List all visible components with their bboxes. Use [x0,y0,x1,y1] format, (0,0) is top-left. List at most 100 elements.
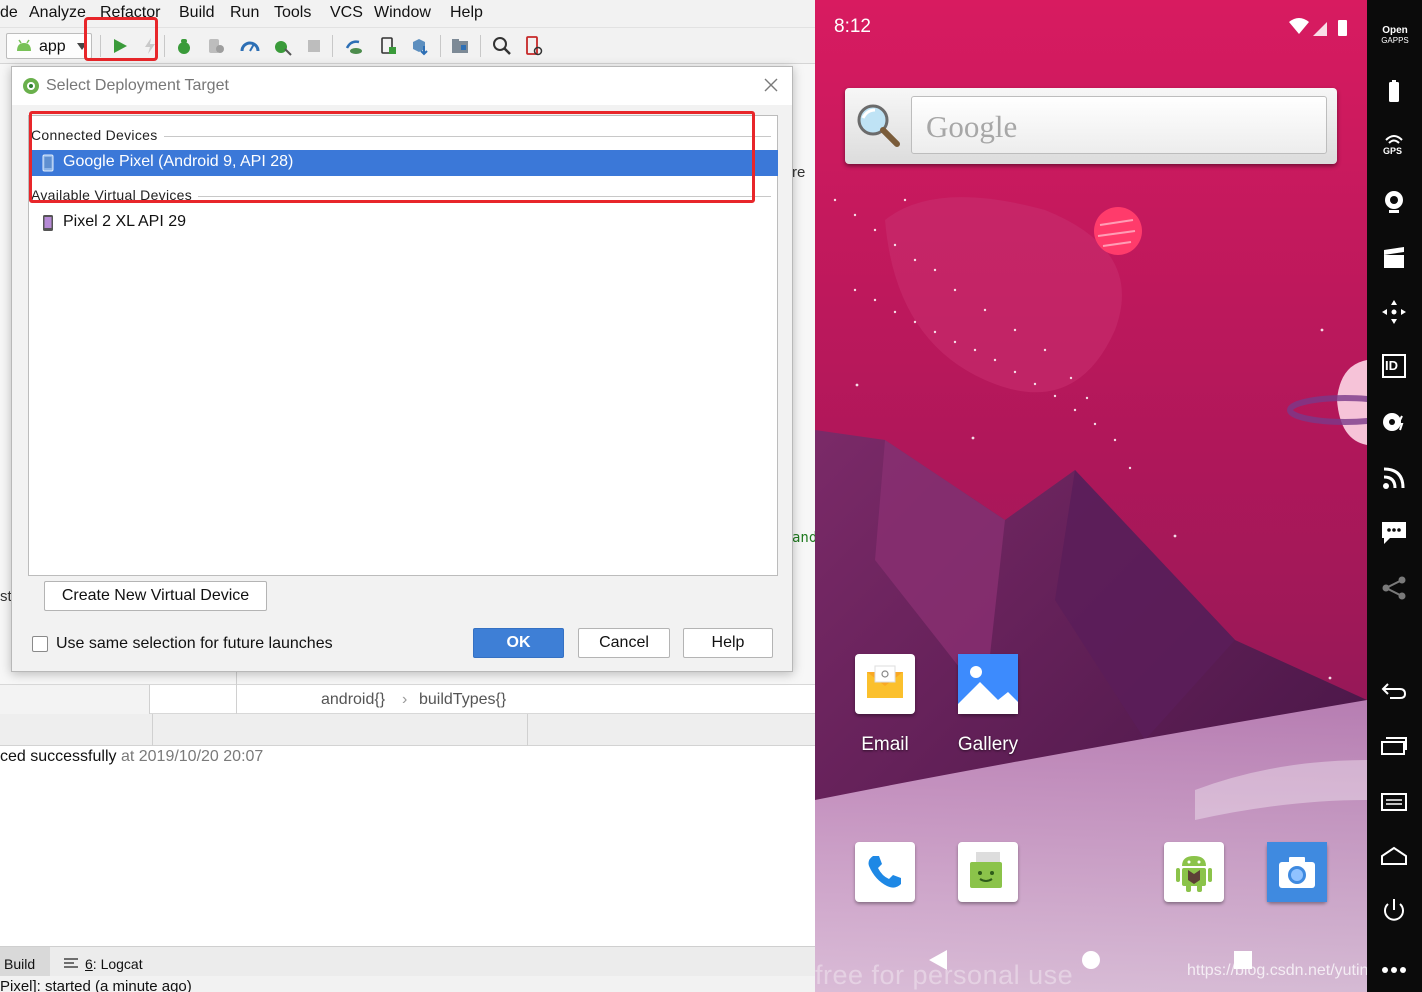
opengapps-logo: Open GAPPS [1375,26,1415,46]
build-result-text: ced successfully [0,748,117,765]
profile-icon[interactable] [240,36,260,56]
gallery-app-label: Gallery [957,734,1019,755]
move-control-icon[interactable] [1380,298,1408,326]
cancel-button[interactable]: Cancel [578,628,670,658]
device-file-explorer-icon[interactable] [524,36,544,56]
url-watermark: https://blog.csdn.net/yuting0787 [1187,962,1367,979]
breadcrumb-android[interactable]: android{} [321,691,385,709]
same-selection-checkbox[interactable] [32,636,48,652]
run-config-label: app [39,38,66,55]
tab-logcat[interactable]: 6: Logcat [85,956,143,972]
android-robot-icon [1176,856,1212,892]
run-configuration-dropdown[interactable]: app [6,33,92,59]
menu-control-icon[interactable] [1380,788,1408,816]
menu-vcs[interactable]: VCS [330,4,363,22]
editor-text-fragment: re [792,164,806,181]
sdk-manager-icon[interactable] [410,36,430,56]
status-bar-icons [1289,18,1347,36]
webcam-control-icon[interactable] [1380,188,1408,216]
menu-run[interactable]: Run [230,4,259,22]
google-search-widget[interactable]: Google [845,88,1337,164]
emulator-controls: Open GAPPS GPS ID [1367,0,1422,992]
device-label: Pixel 2 XL API 29 [63,213,187,230]
logcat-icon [64,958,78,968]
build-status-message: ced successfully at 2019/10/20 20:07 [0,748,263,766]
recent-apps-control-icon[interactable] [1380,732,1408,760]
create-new-virtual-device-button[interactable]: Create New Virtual Device [44,581,267,611]
toolbar-separator [440,35,441,57]
messaging-app-icon[interactable] [958,842,1018,902]
project-structure-icon[interactable] [450,36,470,56]
disk-io-control-icon[interactable] [1380,408,1408,436]
menu-tools[interactable]: Tools [274,4,311,22]
android-studio-logo-icon [23,78,39,94]
logcat-shortcut-number: 6 [85,956,93,972]
screencast-control-icon[interactable] [1380,244,1408,272]
toolbar-separator [164,35,165,57]
gallery-icon [958,654,1018,714]
power-control-icon[interactable] [1380,896,1408,924]
device-id-label: ID [1385,358,1398,373]
rss-control-icon[interactable] [1380,464,1408,492]
gallery-app-icon[interactable] [958,654,1018,714]
android-app-icon[interactable] [1164,842,1224,902]
build-panel-header [0,714,815,746]
sync-gradle-icon[interactable] [344,36,364,56]
close-icon[interactable] [762,76,780,94]
home-nav-icon[interactable] [1081,950,1101,970]
menu-window[interactable]: Window [374,4,431,22]
camera-app-icon[interactable] [1267,842,1327,902]
device-row-pixel-2-xl[interactable]: Pixel 2 XL API 29 [30,210,778,236]
search-icon[interactable] [492,36,512,56]
breadcrumb: android{} › buildTypes{} [0,683,815,715]
battery-control-icon[interactable] [1380,78,1408,106]
status-bar: Pixel]: started (a minute ago) [0,976,815,992]
toolbar-separator [480,35,481,57]
build-output-panel: ced successfully at 2019/10/20 20:07 [0,746,815,946]
debug-icon[interactable] [174,36,194,56]
email-app-icon[interactable] [855,654,915,714]
menu-build[interactable]: Build [179,4,215,22]
back-control-icon[interactable] [1380,676,1408,704]
editor-text-fragment: and [792,530,815,546]
sms-control-icon[interactable] [1380,518,1408,546]
attach-debugger-icon[interactable] [206,36,226,56]
same-selection-label: Use same selection for future launches [56,635,333,652]
share-control-icon[interactable] [1380,574,1408,602]
wifi-icon [1289,18,1309,34]
menu-analyze[interactable]: Analyze [29,4,86,22]
run-button-highlight [84,17,158,61]
gutter-area [0,685,150,715]
dialog-title: Select Deployment Target [46,77,229,94]
panel-divider [527,714,528,746]
phone-call-icon [868,856,901,888]
tab-build[interactable]: Build [4,956,35,972]
email-icon [867,665,903,698]
avd-manager-icon[interactable] [378,36,398,56]
stop-icon[interactable] [304,36,324,56]
signal-icon [1313,22,1327,36]
emulator-screen[interactable]: 8:12 Google Email Gallery free for perso… [815,0,1367,992]
debug-attach-icon[interactable] [272,36,292,56]
phone-app-icon[interactable] [855,842,915,902]
build-timestamp: at 2019/10/20 20:07 [120,748,264,765]
logcat-tab-label: : Logcat [92,956,143,972]
camera-icon [1267,842,1327,902]
search-input[interactable]: Google [911,96,1327,154]
help-button[interactable]: Help [683,628,773,658]
tool-window-bar: Build 6: Logcat [0,946,815,976]
menu-code[interactable]: de [0,4,18,22]
opengapps-logo-line2: GAPPS [1381,36,1409,45]
search-icon [857,104,900,147]
android-icon [17,39,31,51]
home-control-icon[interactable] [1380,842,1408,870]
more-control-icon[interactable] [1380,956,1408,984]
menu-help[interactable]: Help [450,4,483,22]
editor-divider [236,683,237,715]
editor-text-fragment: st [0,588,12,605]
gps-label: GPS [1383,146,1403,156]
android-emulator: 8:12 Google Email Gallery free for perso… [815,0,1422,992]
toolbar-separator [332,35,333,57]
breadcrumb-buildtypes[interactable]: buildTypes{} [419,691,506,709]
ok-button[interactable]: OK [473,628,564,658]
